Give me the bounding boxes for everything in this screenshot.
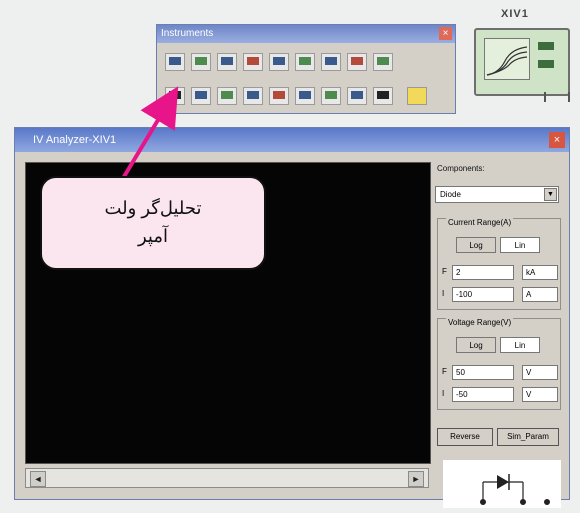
labview-icon[interactable] <box>407 87 427 105</box>
component-select[interactable]: Diode ▼ <box>435 186 559 203</box>
current-f-unit[interactable]: kA <box>522 265 558 280</box>
current-f-input[interactable]: 2 <box>452 265 514 280</box>
voltage-range-group: Voltage Range(V) Log Lin F 50 V I -50 V <box>437 318 561 410</box>
components-label: Components: <box>437 164 485 173</box>
scroll-left-icon[interactable]: ◄ <box>30 471 46 487</box>
voltage-range-label: Voltage Range(V) <box>446 318 514 327</box>
diode-symbol-icon <box>480 474 550 505</box>
settings-panel: Components: Diode ▼ Current Range(A) Log… <box>435 158 565 508</box>
current-range-group: Current Range(A) Log Lin F 2 kA I -100 A <box>437 218 561 310</box>
current-final-row: F 2 kA <box>442 265 560 281</box>
diode-connection-box <box>443 460 561 508</box>
device-screen <box>484 38 530 80</box>
distortion-analyzer-icon[interactable] <box>191 87 211 105</box>
frequency-counter-icon[interactable] <box>321 53 341 71</box>
current-i-key: I <box>442 289 445 298</box>
voltage-i-unit[interactable]: V <box>522 387 558 402</box>
reverse-button[interactable]: Reverse <box>437 428 493 446</box>
measurement-probe-icon[interactable] <box>373 87 393 105</box>
callout-line-1: تحلیل‌گر ولت <box>104 198 202 218</box>
wattmeter-icon[interactable] <box>217 53 237 71</box>
component-value: Diode <box>440 190 461 199</box>
current-log-toggle[interactable]: Log <box>456 237 496 253</box>
agilent-oscilloscope-icon[interactable] <box>321 87 341 105</box>
voltage-i-input[interactable]: -50 <box>452 387 514 402</box>
tektronix-oscilloscope-icon[interactable] <box>347 87 367 105</box>
voltage-lin-toggle[interactable]: Lin <box>500 337 540 353</box>
sim-param-button[interactable]: Sim_Param <box>497 428 559 446</box>
iv-analyzer-icon[interactable] <box>165 87 185 105</box>
voltage-log-toggle[interactable]: Log <box>456 337 496 353</box>
network-analyzer-icon[interactable] <box>243 87 263 105</box>
iv-analyzer-device-icon[interactable] <box>474 28 570 102</box>
callout-line-2: آمپر <box>137 226 168 246</box>
current-i-input[interactable]: -100 <box>452 287 514 302</box>
voltage-i-key: I <box>442 389 445 398</box>
current-i-unit[interactable]: A <box>522 287 558 302</box>
chevron-down-icon[interactable]: ▼ <box>544 188 557 201</box>
voltage-f-unit[interactable]: V <box>522 365 558 380</box>
current-lin-toggle[interactable]: Lin <box>500 237 540 253</box>
oscilloscope-icon[interactable] <box>243 53 263 71</box>
bode-plotter-icon[interactable] <box>295 53 315 71</box>
multimeter-icon[interactable] <box>165 53 185 71</box>
voltage-f-input[interactable]: 50 <box>452 365 514 380</box>
current-range-label: Current Range(A) <box>446 218 514 227</box>
spectrum-analyzer-icon[interactable] <box>217 87 237 105</box>
scroll-right-icon[interactable]: ► <box>408 471 424 487</box>
instruments-close-icon[interactable]: × <box>439 27 452 40</box>
instrument-row-2 <box>165 87 427 105</box>
instruments-toolbar: Instruments × <box>156 24 456 114</box>
current-f-key: F <box>442 267 447 276</box>
iv-curve-icon <box>486 46 528 76</box>
current-initial-row: I -100 A <box>442 287 560 303</box>
device-button <box>538 60 554 68</box>
voltage-initial-row: I -50 V <box>442 387 560 403</box>
device-label: XIV1 <box>501 8 529 20</box>
instrument-row-1 <box>165 53 393 71</box>
device-button <box>538 42 554 50</box>
agilent-multimeter-icon[interactable] <box>295 87 315 105</box>
voltage-f-key: F <box>442 367 447 376</box>
agilent-generator-icon[interactable] <box>269 87 289 105</box>
horizontal-scrollbar[interactable]: ◄ ► <box>25 468 429 488</box>
callout-label: تحلیل‌گر ولت آمپر <box>40 176 266 270</box>
four-channel-oscilloscope-icon[interactable] <box>269 53 289 71</box>
window-title: IV Analyzer-XIV1 <box>15 128 569 152</box>
function-generator-icon[interactable] <box>191 53 211 71</box>
instruments-title: Instruments <box>157 25 455 43</box>
word-generator-icon[interactable] <box>347 53 367 71</box>
logic-analyzer-icon[interactable] <box>373 53 393 71</box>
window-close-icon[interactable]: × <box>549 132 565 148</box>
voltage-final-row: F 50 V <box>442 365 560 381</box>
device-pins <box>544 92 570 102</box>
